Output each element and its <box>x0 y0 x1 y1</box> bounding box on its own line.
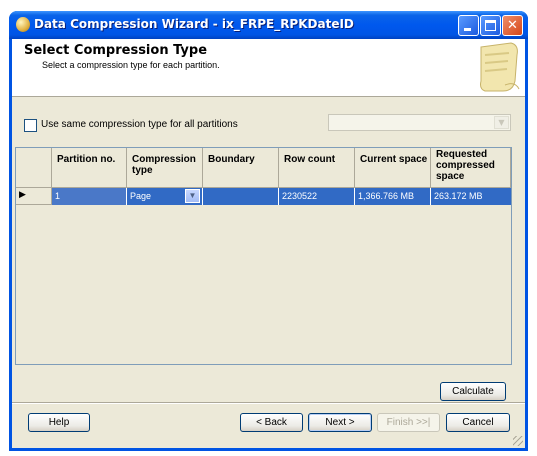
column-header-current-space[interactable]: Current space <box>355 148 431 188</box>
maximize-icon <box>485 20 496 31</box>
title-bar[interactable]: Data Compression Wizard - ix_FRPE_RPKDat… <box>9 11 528 39</box>
button-separator <box>12 402 525 404</box>
cell-current-space[interactable]: 1,366.766 MB <box>355 188 431 205</box>
same-type-checkbox[interactable] <box>24 119 37 132</box>
column-header-row-count[interactable]: Row count <box>279 148 355 188</box>
cancel-button[interactable]: Cancel <box>446 413 510 432</box>
wizard-header: Select Compression Type Select a compres… <box>12 39 525 97</box>
scroll-icon <box>480 42 520 92</box>
wizard-window: Data Compression Wizard - ix_FRPE_RPKDat… <box>9 11 528 451</box>
column-header-boundary[interactable]: Boundary <box>203 148 279 188</box>
same-type-label: Use same compression type for all partit… <box>41 119 238 130</box>
cell-partition[interactable]: 1 <box>52 188 127 205</box>
compression-value: Page <box>130 191 152 201</box>
column-header-requested-space[interactable]: Requested compressed space <box>431 148 511 188</box>
maximize-button[interactable] <box>480 15 501 36</box>
window-title: Data Compression Wizard - ix_FRPE_RPKDat… <box>34 17 354 31</box>
cell-row-count[interactable]: 2230522 <box>279 188 355 205</box>
cell-requested-space[interactable]: 263.172 MB <box>431 188 511 205</box>
finish-button: Finish >>| <box>377 413 440 432</box>
column-header-partition[interactable]: Partition no. <box>52 148 127 188</box>
back-button[interactable]: < Back <box>240 413 303 432</box>
partition-grid[interactable]: Partition no. Compression type Boundary … <box>15 147 512 365</box>
help-button[interactable]: Help <box>28 413 90 432</box>
cell-boundary[interactable] <box>203 188 279 205</box>
row-header-corner <box>16 148 52 188</box>
close-button[interactable]: ✕ <box>502 15 523 36</box>
calculate-button[interactable]: Calculate <box>440 382 506 401</box>
dropdown-arrow-icon: ▼ <box>494 116 509 129</box>
cell-compression-type[interactable]: Page ▼ <box>127 188 203 205</box>
resize-grip[interactable] <box>513 436 523 446</box>
minimize-button[interactable] <box>458 15 479 36</box>
wizard-client: Select Compression Type Select a compres… <box>12 39 525 448</box>
page-subtitle: Select a compression type for each parti… <box>42 60 220 70</box>
column-header-compression[interactable]: Compression type <box>127 148 203 188</box>
page-title: Select Compression Type <box>24 43 208 58</box>
next-button[interactable]: Next > <box>308 413 372 432</box>
row-pointer-icon[interactable]: ▶ <box>16 188 52 205</box>
close-icon: ✕ <box>507 18 518 33</box>
minimize-icon <box>464 28 471 31</box>
same-type-combo: ▼ <box>328 114 511 131</box>
compression-dropdown-icon[interactable]: ▼ <box>185 189 200 203</box>
app-icon <box>16 17 30 32</box>
